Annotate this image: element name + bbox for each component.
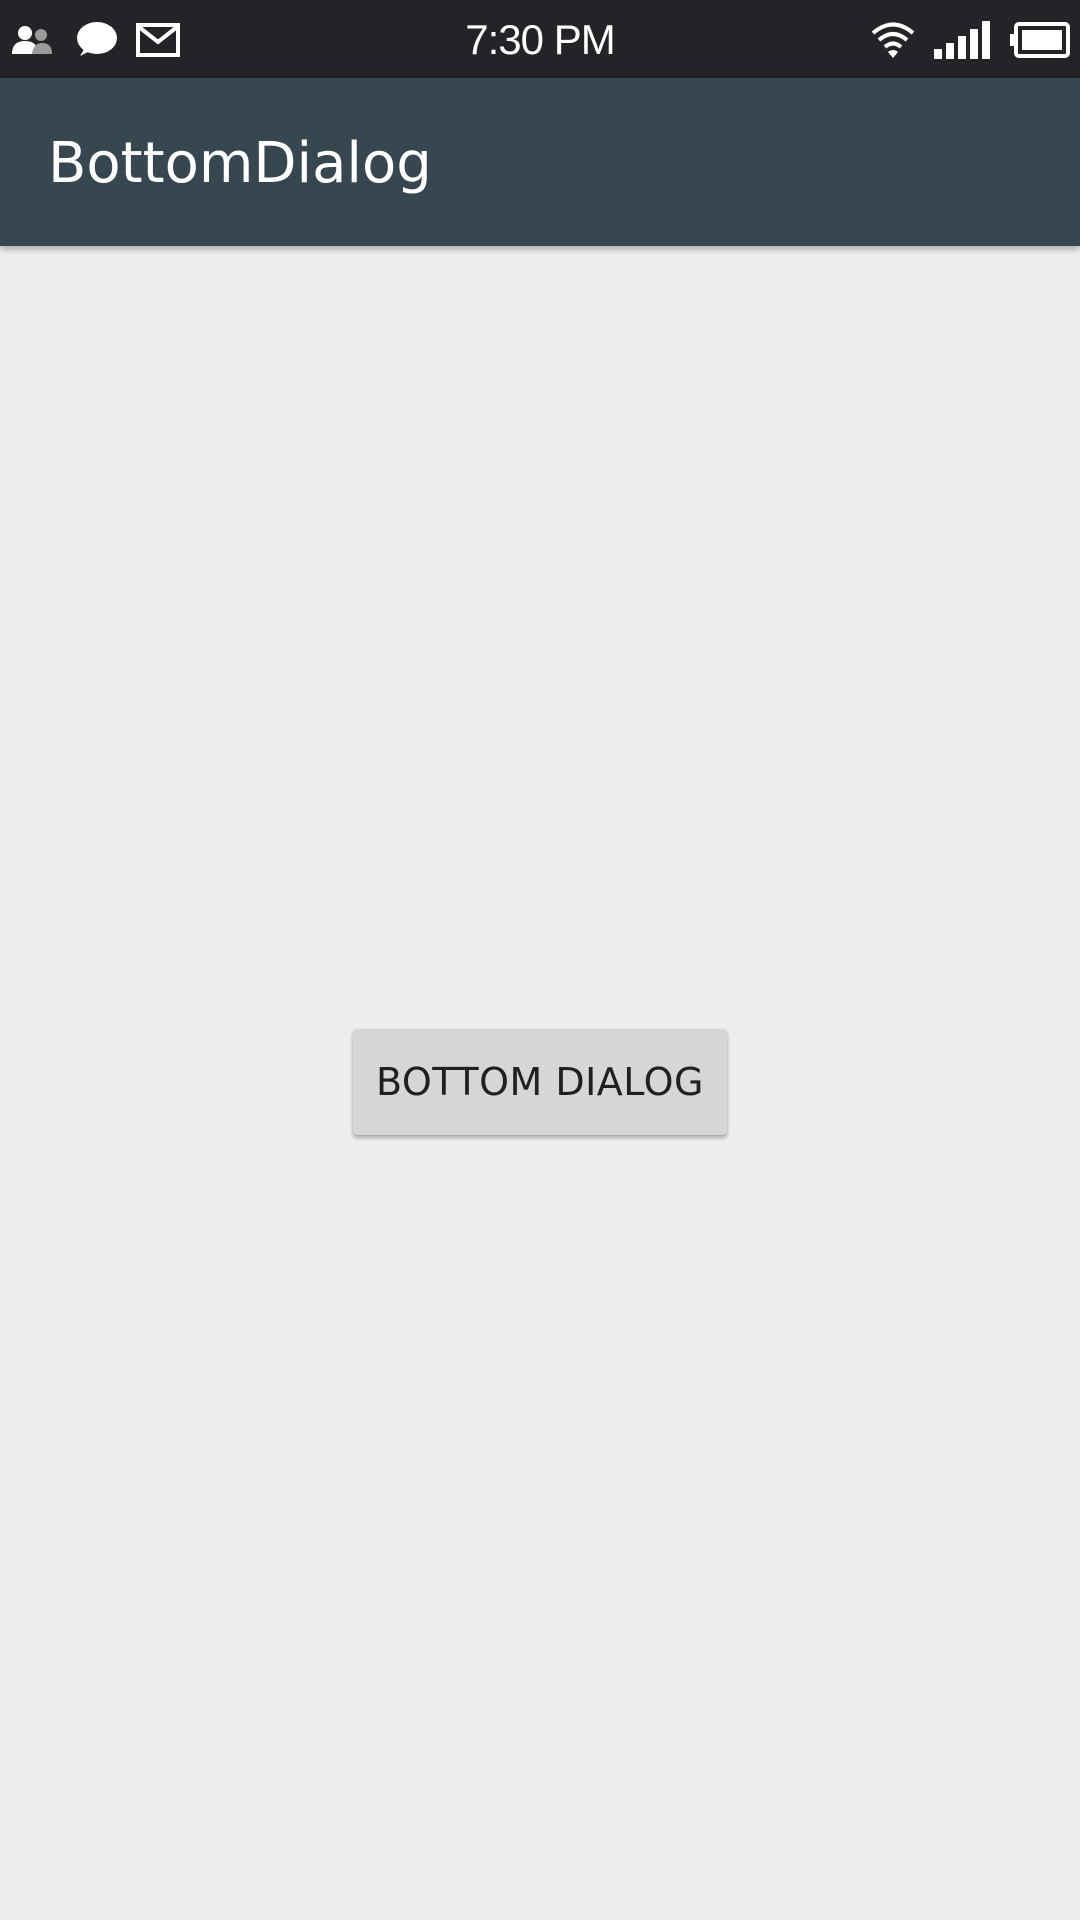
- app-bar: BottomDialog: [0, 78, 1080, 246]
- system-icons: [870, 18, 1070, 62]
- wifi-icon: [871, 22, 915, 58]
- app-screen: 7:30 PM BottomDialog BOTTOM DIALOG: [0, 0, 1080, 1920]
- signal-icon: [934, 21, 990, 59]
- main-content: BOTTOM DIALOG: [0, 246, 1080, 1920]
- status-bar: 7:30 PM: [0, 0, 1080, 78]
- bottom-dialog-button[interactable]: BOTTOM DIALOG: [353, 1029, 727, 1135]
- battery-icon: [1010, 22, 1070, 58]
- page-title: BottomDialog: [48, 131, 432, 196]
